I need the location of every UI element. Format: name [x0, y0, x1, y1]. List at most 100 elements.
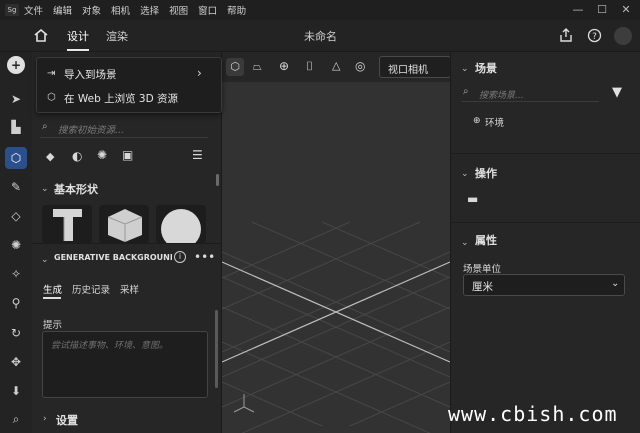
move-tool-icon[interactable]: ✥: [5, 351, 27, 373]
align-tool-icon[interactable]: ▙: [5, 116, 27, 138]
models-filter-icon[interactable]: ◆: [46, 150, 54, 163]
menu-window[interactable]: 窗口: [198, 3, 217, 17]
cube-icon[interactable]: ⬡: [226, 58, 244, 76]
filter-icon[interactable]: ▼: [612, 85, 622, 100]
drop-tool-icon[interactable]: ⬇: [5, 380, 27, 402]
import-to-scene-item[interactable]: 导入到场景: [64, 67, 117, 82]
svg-text:?: ?: [592, 32, 597, 42]
camera-select[interactable]: 视口相机: [379, 56, 451, 78]
chevron-down-icon[interactable]: ⌄: [461, 238, 469, 248]
cube-tool-icon[interactable]: ⬡: [5, 147, 27, 169]
zoom-icon[interactable]: ⌕: [5, 408, 27, 430]
generative-background-header[interactable]: GENERATIVE BACKGROUND: [54, 253, 172, 262]
subtab-indicator: [43, 297, 61, 299]
list-view-icon[interactable]: ☰: [192, 148, 203, 162]
environment-item[interactable]: 环境: [485, 115, 504, 129]
subtab-history[interactable]: 历史记录: [72, 282, 110, 296]
avatar[interactable]: [614, 27, 632, 45]
left-toolbar: + ➤ ▙ ⬡ ✎ ◇ ✺ ✧ ⚲ ↻ ✥ ⬇ ⌕: [0, 52, 32, 433]
chevron-down-icon[interactable]: ⌄: [41, 255, 49, 265]
panel-scrollbar[interactable]: [215, 310, 218, 388]
basic-shapes-header[interactable]: 基本形状: [54, 181, 98, 197]
chevron-down-icon[interactable]: ⌄: [41, 184, 49, 194]
browse-web-3d-item[interactable]: 在 Web 上浏览 3D 资源: [64, 91, 178, 106]
ring-icon[interactable]: ◎: [355, 59, 365, 73]
cube-outline-icon: ⬡: [47, 92, 56, 103]
globe-icon[interactable]: ⊕: [279, 59, 289, 73]
materials-filter-icon[interactable]: ◐: [72, 149, 82, 163]
settings-header[interactable]: 设置: [56, 412, 78, 428]
properties-header[interactable]: 属性: [475, 232, 497, 248]
menu-select[interactable]: 选择: [140, 3, 159, 17]
chevron-down-icon[interactable]: ⌄: [461, 169, 469, 179]
close-button[interactable]: ✕: [616, 0, 636, 20]
prompt-textarea[interactable]: 尝试描述事物、环境、意图。: [42, 331, 208, 398]
share-icon[interactable]: [559, 28, 573, 42]
images-filter-icon[interactable]: ▣: [122, 148, 133, 162]
eyedropper-icon[interactable]: ⚲: [5, 292, 27, 314]
assets-scrollbar[interactable]: [216, 174, 219, 186]
assets-search[interactable]: ⌕ 搜索初始资源...: [40, 118, 208, 138]
tab-render[interactable]: 渲染: [106, 28, 128, 44]
watermark: www.cbish.com: [448, 402, 618, 426]
menu-help[interactable]: 帮助: [227, 3, 246, 17]
right-panel: ⌄ 场景 ⌕ 搜索场景... ▼ ⊕ 环境 ⌄ 操作 ▬ ⌄ 属性 场景单位 厘…: [450, 52, 640, 433]
chevron-down-icon: ⌄: [611, 278, 620, 289]
globe-icon: ⊕: [473, 116, 481, 126]
menu-file[interactable]: 文件: [24, 3, 43, 17]
shape-text[interactable]: [42, 205, 92, 243]
prompt-placeholder: 尝试描述事物、环境、意图。: [51, 341, 169, 351]
cone-icon[interactable]: △: [332, 59, 340, 72]
subtab-generate[interactable]: 生成: [43, 282, 62, 296]
lights-filter-icon[interactable]: ✺: [97, 148, 107, 162]
chevron-down-icon[interactable]: ⌄: [461, 64, 469, 74]
menu-object[interactable]: 对象: [82, 3, 101, 17]
camera-select-value: 视口相机: [388, 65, 428, 76]
orbit-tool-icon[interactable]: ↻: [5, 322, 27, 344]
viewport[interactable]: [222, 52, 450, 433]
document-title: 未命名: [304, 30, 337, 43]
tab-design[interactable]: 设计: [67, 28, 89, 44]
search-icon: ⌕: [463, 86, 469, 97]
magic-wand-icon[interactable]: ✧: [5, 263, 27, 285]
active-tab-indicator: [67, 49, 89, 51]
app-logo: Sg: [5, 4, 19, 16]
menu-camera[interactable]: 相机: [111, 3, 130, 17]
viewport-toolbar: ⬡ ⏢ ⊕ ⌷ △ ◎ 视口相机: [222, 52, 451, 82]
subtab-samples[interactable]: 采样: [120, 282, 139, 296]
select-tool-icon[interactable]: ➤: [5, 88, 27, 110]
chevron-right-icon[interactable]: ›: [43, 414, 47, 424]
folder-icon[interactable]: ▬: [467, 192, 478, 206]
chevron-right-icon: ›: [197, 66, 202, 80]
divider: [32, 243, 222, 244]
perspective-icon[interactable]: ⏢: [253, 60, 262, 74]
scene-search[interactable]: ⌕ 搜索场景...: [461, 84, 599, 102]
divider: [451, 222, 640, 223]
light-tool-icon[interactable]: ✺: [5, 234, 27, 256]
top-bar: 设计 渲染 未命名 ?: [0, 20, 640, 52]
minimize-button[interactable]: —: [568, 0, 588, 20]
scene-search-input[interactable]: 搜索场景...: [479, 88, 524, 101]
help-icon[interactable]: ?: [587, 28, 602, 43]
menu-view[interactable]: 视图: [169, 3, 188, 17]
more-options-icon[interactable]: •••: [194, 250, 215, 264]
divider: [451, 153, 640, 154]
viewport-grid: [222, 221, 450, 433]
menu-edit[interactable]: 编辑: [53, 3, 72, 17]
info-icon[interactable]: i: [174, 251, 186, 263]
scene-header[interactable]: 场景: [475, 60, 497, 76]
scene-unit-select[interactable]: 厘米 ⌄: [463, 274, 625, 296]
import-icon: ⇥: [47, 68, 56, 79]
shape-sphere[interactable]: [156, 205, 206, 249]
shape-cube[interactable]: [99, 205, 149, 243]
actions-header[interactable]: 操作: [475, 165, 497, 181]
menu-bar: Sg 文件 编辑 对象 相机 选择 视图 窗口 帮助 — ☐ ✕: [0, 0, 640, 20]
cylinder-icon[interactable]: ⌷: [306, 59, 313, 74]
shape-tool-icon[interactable]: ◇: [5, 205, 27, 227]
pen-tool-icon[interactable]: ✎: [5, 176, 27, 198]
add-icon[interactable]: +: [7, 56, 25, 74]
search-input[interactable]: 搜索初始资源...: [58, 122, 124, 136]
scene-unit-value: 厘米: [472, 281, 493, 293]
maximize-button[interactable]: ☐: [592, 0, 612, 20]
home-icon[interactable]: [34, 29, 48, 42]
